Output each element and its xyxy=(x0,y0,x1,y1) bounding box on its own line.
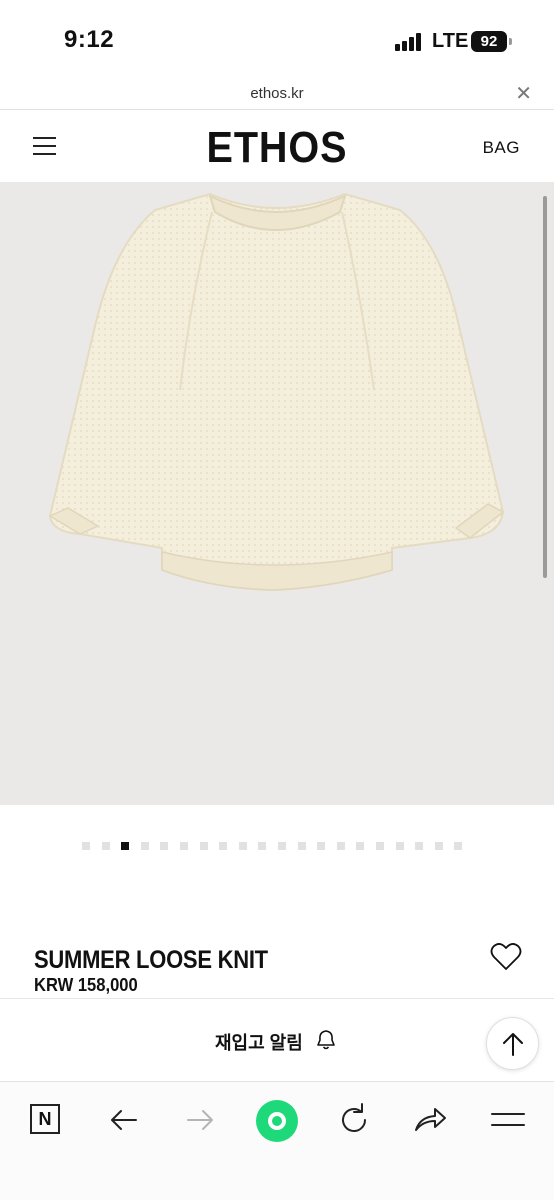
pagination-dot[interactable] xyxy=(238,842,247,850)
brand-logo[interactable]: ETHOS xyxy=(28,123,527,173)
pagination-dot[interactable] xyxy=(395,842,404,850)
product-name: SUMMER LOOSE KNIT xyxy=(34,946,268,974)
pagination-dot[interactable] xyxy=(317,842,326,850)
pagination-dot[interactable] xyxy=(336,842,345,850)
pagination-dot[interactable] xyxy=(434,842,443,850)
network-type: LTE xyxy=(432,30,469,52)
status-bar: 9:12 LTE 92 xyxy=(0,0,554,80)
pagination-dot[interactable] xyxy=(376,842,384,850)
bag-link[interactable]: BAG xyxy=(483,138,520,158)
menu-lines-icon[interactable] xyxy=(488,1100,532,1144)
pagination-dot[interactable] xyxy=(278,842,286,850)
restock-bar[interactable]: 재입고 알림 xyxy=(0,998,554,1080)
pagination-dot[interactable] xyxy=(82,842,90,850)
heart-icon[interactable] xyxy=(490,942,522,972)
bell-icon[interactable] xyxy=(315,1029,337,1051)
pagination-dot[interactable] xyxy=(454,842,463,850)
close-icon[interactable]: ✕ xyxy=(515,84,532,104)
url-text[interactable]: ethos.kr xyxy=(0,85,554,102)
product-image[interactable] xyxy=(0,182,554,805)
pagination-dot[interactable] xyxy=(297,842,306,850)
url-bar[interactable]: ethos.kr ✕ xyxy=(0,80,554,110)
n-letter: N xyxy=(30,1104,60,1134)
pagination-dot[interactable] xyxy=(140,842,149,850)
status-time: 9:12 xyxy=(64,26,115,53)
pagination-dot[interactable] xyxy=(101,842,110,850)
green-home-button[interactable] xyxy=(256,1100,300,1144)
signal-icon xyxy=(395,33,423,51)
green-dot-icon xyxy=(256,1100,298,1142)
pagination-dot[interactable] xyxy=(160,842,169,850)
battery-nub xyxy=(509,38,512,45)
pagination-dot[interactable] xyxy=(356,842,365,850)
pagination-dot[interactable] xyxy=(121,842,130,850)
pagination-dot[interactable] xyxy=(219,842,228,850)
refresh-icon[interactable] xyxy=(334,1100,378,1144)
sweater-illustration xyxy=(48,192,505,592)
naver-n-icon[interactable]: N xyxy=(26,1100,70,1144)
share-icon[interactable] xyxy=(410,1100,454,1144)
scrollbar-thumb[interactable] xyxy=(543,196,547,578)
back-icon[interactable] xyxy=(104,1100,148,1144)
site-header: ETHOS BAG xyxy=(0,111,554,182)
restock-label[interactable]: 재입고 알림 xyxy=(215,1029,303,1055)
arrow-up-icon xyxy=(503,1033,523,1056)
forward-icon[interactable] xyxy=(180,1100,224,1144)
pagination-dot[interactable] xyxy=(258,842,267,850)
pagination-dot[interactable] xyxy=(199,842,208,850)
scroll-top-button[interactable] xyxy=(486,1017,539,1070)
product-price: KRW 158,000 xyxy=(34,975,138,995)
browser-toolbar: N xyxy=(0,1081,554,1200)
pagination-dot[interactable] xyxy=(180,842,188,850)
battery-icon: 92 xyxy=(471,31,507,52)
pagination-dot[interactable] xyxy=(415,842,424,850)
